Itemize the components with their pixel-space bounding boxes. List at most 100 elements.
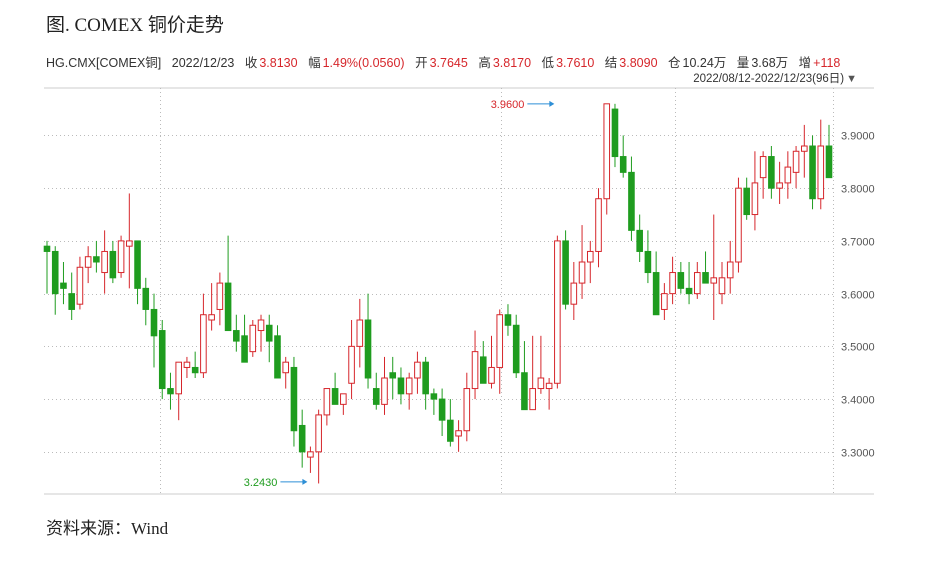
candle-body-down [265,324,273,342]
candle-body-up [776,182,783,189]
candle-body-up [529,388,536,411]
annotation-arrow-head [302,478,308,485]
candle-body-up [661,293,668,310]
max-price-label: 3.9600 [491,99,525,111]
candle-body-down [93,256,100,263]
candle-body-up [126,240,133,247]
y-tick-label: 3.7000 [841,237,875,249]
candle-body-down [150,308,158,337]
source-note: 资料来源：Wind [46,519,169,538]
candle-body-down [430,393,438,400]
candle-body-up [735,187,742,263]
candle-body-up [76,266,84,305]
candle-body-down [68,293,75,310]
candle-body-up [537,377,545,390]
candle-body-up [817,145,825,200]
candle-body-up [340,393,347,405]
candle-body-up [455,430,462,437]
candle-body-up [175,361,183,395]
candle-body-up [792,150,800,173]
candle-body-down [109,250,117,279]
candle-body-up [726,261,734,279]
candle-body-up [405,377,413,395]
candle-body-up [488,366,495,384]
candle-body-up [414,361,421,379]
candle-body-up [282,361,290,374]
y-tick-label: 3.3000 [841,448,875,460]
candle-body-down [611,108,619,158]
candle-body-up [784,166,792,184]
candle-body-up [496,314,504,368]
candle-body-up [208,314,215,321]
candle-body-down [479,356,487,384]
candle-body-down [158,330,166,390]
candle-body-up [315,414,322,453]
candle-body-down [504,314,512,326]
candle-body-down [389,372,397,379]
candle-body-down [447,419,454,442]
candle-body-down [331,388,339,405]
candle-body-down [298,424,306,453]
candle-body-up [323,388,331,416]
candle-body-up [200,314,207,374]
candle-body-down [397,377,405,395]
candle-body-up [603,103,611,200]
candle-body-up [348,345,355,384]
candle-body-down [134,240,141,289]
y-tick-label: 3.8000 [841,184,875,196]
candle-body-up [554,240,561,384]
min-price-label: 3.2430 [244,477,278,489]
candle-body-up [710,277,718,284]
candle-body-up [117,240,125,274]
candle-body-up [101,250,108,274]
candle-body-down [274,335,281,379]
candle-body-down [644,250,652,274]
candle-body-down [233,330,240,342]
annotation-arrow-head [549,100,555,107]
candle-body-down [191,366,199,374]
candle-body-down [290,366,298,432]
candle-body-down [685,287,693,295]
y-tick-label: 3.6000 [841,290,875,302]
candle-body-down [562,240,569,305]
candle-body-up [801,145,808,152]
candle-body-down [372,388,380,405]
candle-body-up [356,319,364,347]
candle-body-down [51,250,59,295]
candle-body-up [545,382,553,390]
candle-body-down [743,187,750,216]
candlestick-chart: 3.3000 3.4000 3.5000 3.6000 3.7000 3.8000 3.90… [43,87,875,495]
candle-body-up [381,377,388,405]
candle-body-up [249,324,257,353]
candle-body-down [521,372,528,411]
candle-body-up [693,272,701,295]
candle-body-down [438,398,446,421]
y-tick-label: 3.4000 [841,395,875,407]
candle-body-up [471,351,479,390]
candle-body-up [759,156,767,179]
candle-body-up [586,250,594,263]
candle-body-down [422,361,429,395]
candle-body-up [751,182,759,216]
candle-body-down [364,319,372,379]
candle-body-down [43,245,51,252]
candle-body-down [628,171,635,231]
y-tick-label: 3.5000 [841,342,875,354]
candle-body-up [307,451,314,458]
candle-body-up [578,261,586,284]
candle-body-up [183,361,191,368]
candle-body-down [702,272,709,284]
candle-body-down [224,282,232,332]
candle-body-up [570,282,578,305]
candle-body-down [241,335,248,363]
candle-body-down [636,229,643,252]
candle-body-up [595,198,602,252]
candle-body-down [512,324,520,374]
candle-body-down [619,156,627,173]
candle-body-down [167,388,174,395]
candle-body-down [809,145,816,200]
candle-body-down [652,272,660,316]
candle-body-up [718,277,726,295]
candle-body-up [216,282,224,310]
y-tick-label: 3.9000 [841,131,875,143]
